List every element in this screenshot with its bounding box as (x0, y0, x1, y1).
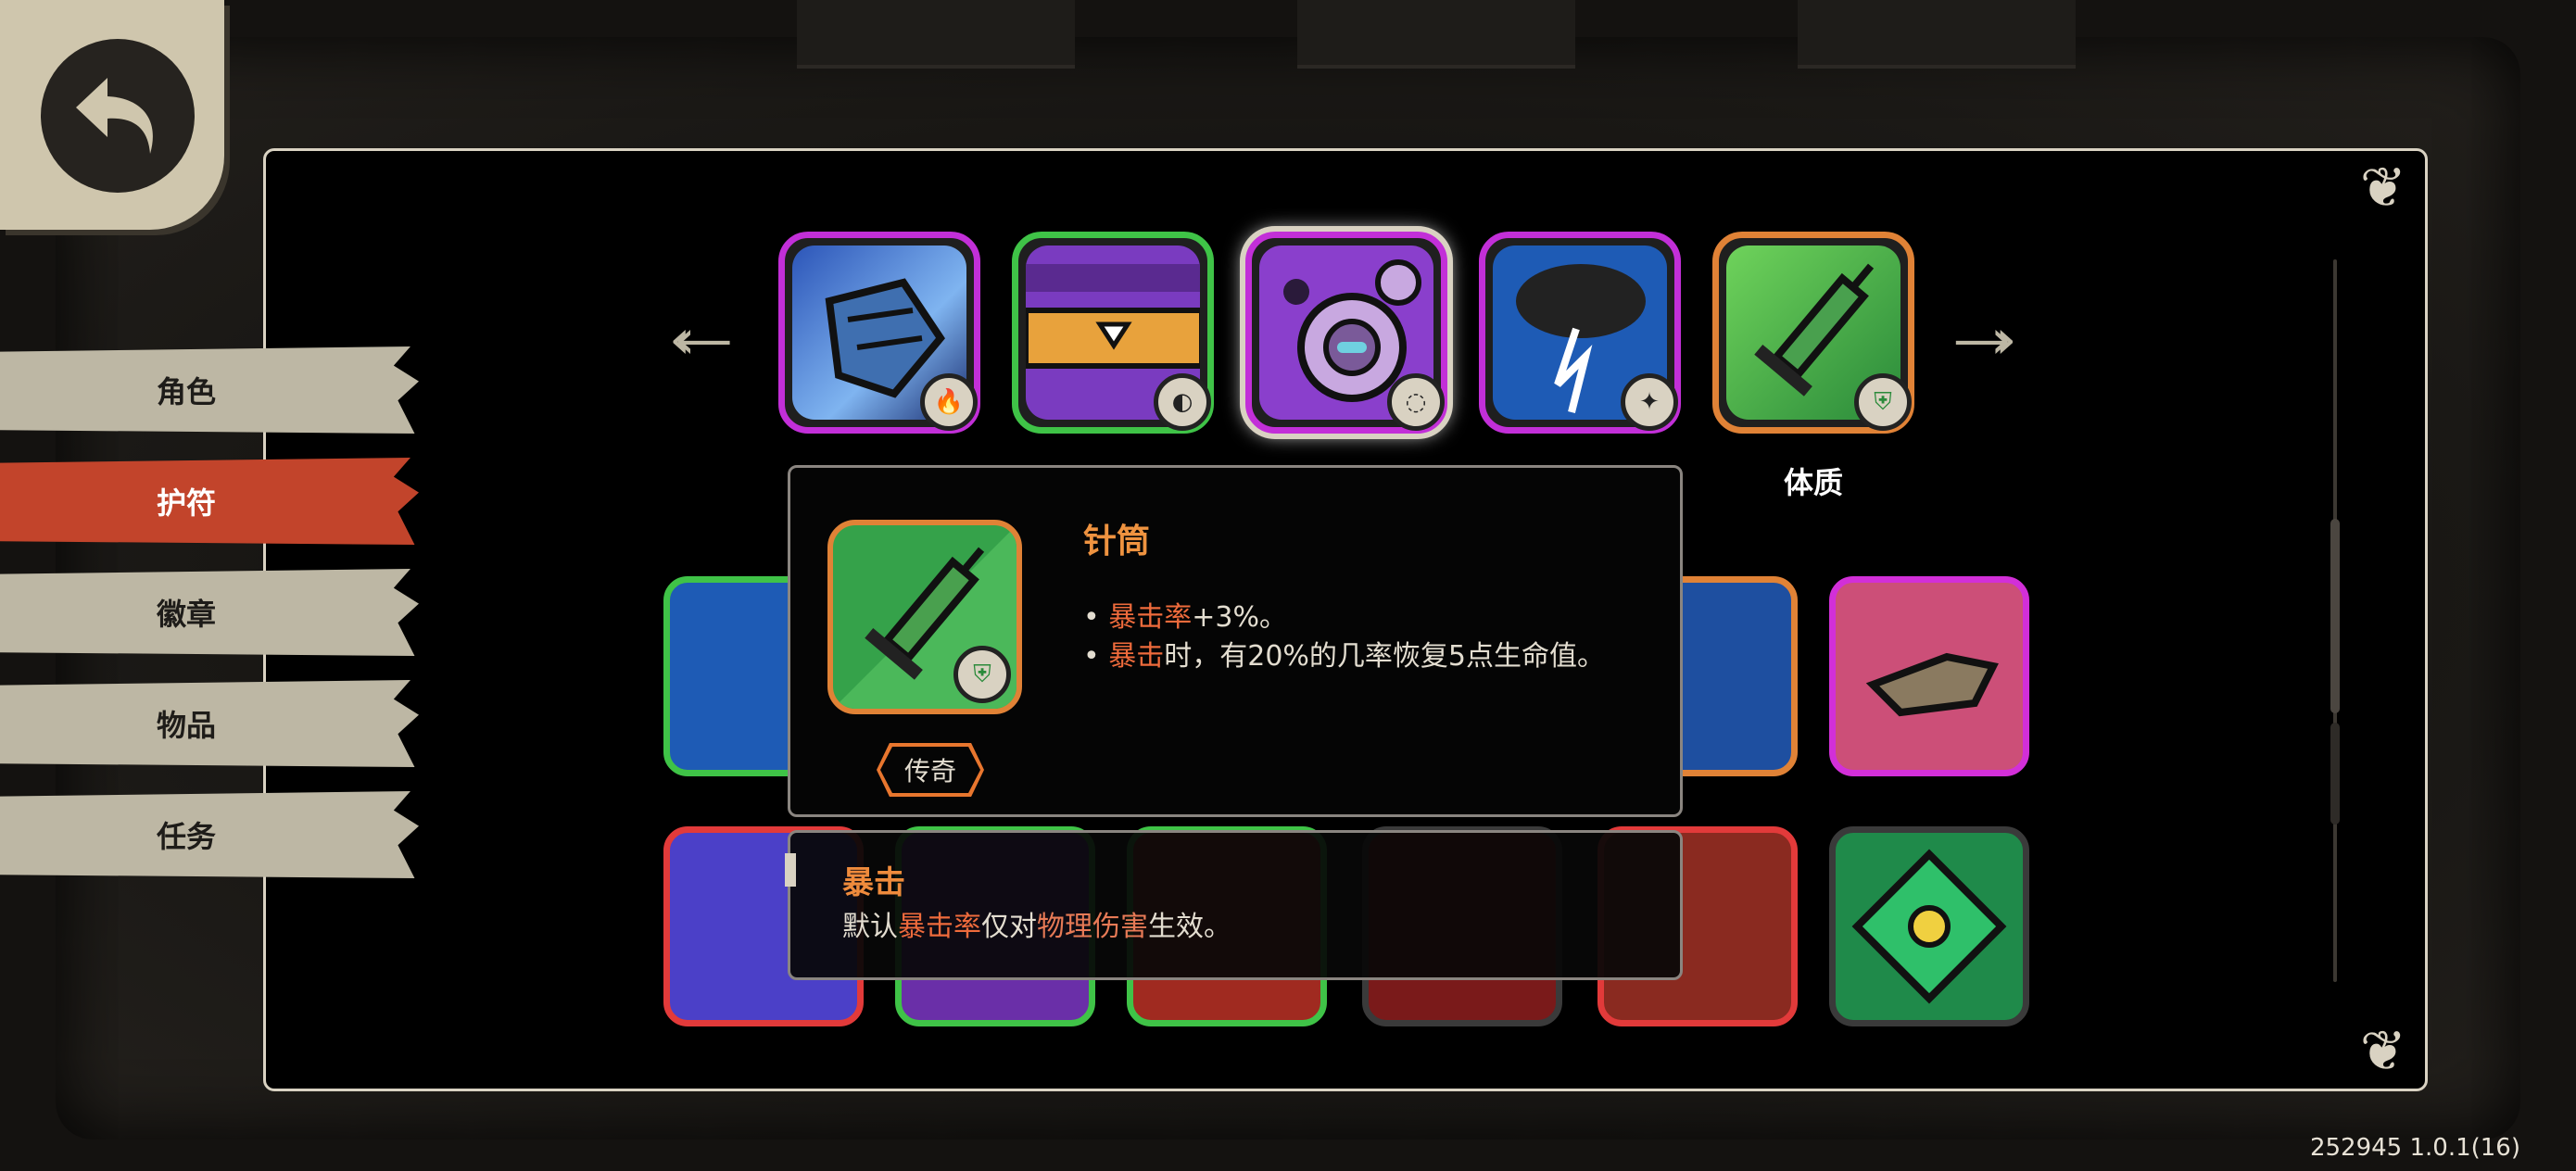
rarity-badge: 传奇 (880, 747, 980, 793)
tooltip-effect-1: • 暴击率+3%。 (1083, 594, 1287, 635)
background-decoration (797, 0, 1075, 69)
tooltip-title: 针筒 (1083, 523, 1151, 560)
desc-text: 生效。 (1148, 911, 1231, 943)
effect-text: +3%。 (1192, 601, 1287, 634)
nav-tab-label: 护符 (156, 485, 216, 521)
nav-tab-badges[interactable]: 徽章 (0, 569, 419, 656)
nav-tab-items[interactable]: 物品 (0, 680, 419, 767)
bullet: • (1083, 601, 1100, 634)
back-icon (41, 39, 195, 193)
keyword-crit-rate[interactable]: 暴击率 (1108, 601, 1192, 634)
pacman-icon: ◐ (1154, 373, 1211, 431)
background-decoration (1297, 0, 1575, 69)
next-arrow-icon[interactable]: —›› (1953, 308, 2017, 371)
version-label: 252945 1.0.1(16) (2309, 1134, 2520, 1162)
nav-tab-charms[interactable]: 护符 (0, 458, 419, 545)
desc-text: 默认 (842, 911, 898, 943)
keyword-crit[interactable]: 暴击 (1108, 640, 1164, 673)
scrollbar-lower (2330, 723, 2340, 825)
corner-ornament-icon: ❦ (2359, 156, 2406, 220)
category-perception[interactable]: ✦ (1479, 232, 1681, 434)
syringe-icon: ⛨ (827, 520, 1022, 714)
shield-icon: ⛨ (1854, 373, 1912, 431)
effect-text: 时，有20%的几率恢复5点生命值。 (1164, 640, 1606, 673)
nav-tab-label: 任务 (156, 819, 216, 854)
charm-pointing-hand[interactable] (1829, 576, 2029, 776)
keyword-title: 暴击 (842, 864, 905, 901)
category-constitution[interactable]: ⛨ (1712, 232, 1914, 434)
shield-icon: ⛨ (953, 646, 1011, 703)
category-label: 体质 (1783, 465, 1843, 500)
charm-green-rune[interactable] (1829, 826, 2029, 1026)
nav-tab-label: 物品 (156, 708, 216, 743)
bullet: • (1083, 640, 1100, 673)
tooltip-notch (785, 853, 796, 887)
prev-arrow-icon[interactable]: ‹‹— (669, 308, 733, 371)
keyword-tooltip: 暴击 默认暴击率仅对物理伤害生效。 (785, 830, 1683, 980)
keyword-crit-rate: 暴击率 (898, 911, 981, 943)
desc-text: 仅对 (981, 911, 1037, 943)
category-strength[interactable]: 🔥 (778, 232, 980, 434)
background-decoration (1798, 0, 2076, 69)
charm-tooltip: ⛨ 针筒 • 暴击率+3%。 • 暴击时，有20%的几率恢复5点生命值。 传奇 (788, 465, 1683, 817)
tooltip-effect-2: • 暴击时，有20%的几率恢复5点生命值。 (1083, 633, 1605, 674)
back-button[interactable] (0, 0, 224, 230)
nav-tab-quests[interactable]: 任务 (0, 791, 419, 878)
keyword-description: 默认暴击率仅对物理伤害生效。 (842, 903, 1231, 944)
keyword-physical-damage: 物理伤害 (1037, 911, 1148, 943)
fire-icon: 🔥 (920, 373, 978, 431)
category-agility[interactable]: ◐ (1012, 232, 1214, 434)
star-icon: ✦ (1621, 373, 1678, 431)
nav-tab-label: 徽章 (156, 597, 216, 632)
swirl-icon: ◌ (1387, 373, 1445, 431)
nav-tab-label: 角色 (156, 374, 216, 409)
corner-ornament-icon: ❦ (2359, 1019, 2406, 1084)
scrollbar-thumb[interactable] (2330, 519, 2340, 713)
category-intelligence[interactable]: ◌ (1245, 232, 1447, 434)
nav-tab-character[interactable]: 角色 (0, 346, 419, 434)
